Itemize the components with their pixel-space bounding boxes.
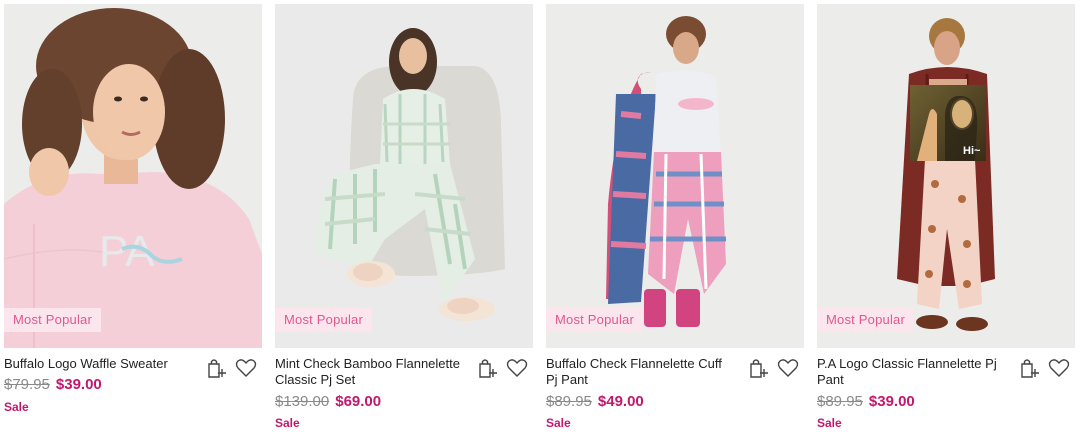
product-actions <box>1017 356 1071 380</box>
product-actions <box>204 356 258 380</box>
most-popular-badge: Most Popular <box>817 308 914 332</box>
product-image[interactable]: Most Popular <box>275 4 533 348</box>
price-row: $89.95 $49.00 <box>546 393 644 411</box>
wishlist-heart-icon[interactable] <box>1047 356 1071 380</box>
price-row: $139.00 $69.00 <box>275 393 381 411</box>
product-card: Most Popular Buffalo Check Flannelette C… <box>546 4 804 434</box>
product-info: Buffalo Logo Waffle Sweater $79.95 $39.00… <box>4 348 262 434</box>
product-card: Hi~ Most Popular P.A Logo Classic Flanne… <box>817 4 1075 434</box>
product-card: PA Most Popular Buffalo Logo Waffle Swea… <box>4 4 262 434</box>
product-info: Buffalo Check Flannelette Cuff Pj Pant $… <box>546 348 804 434</box>
model-photo <box>275 4 533 348</box>
product-image[interactable]: Hi~ Most Popular <box>817 4 1075 348</box>
product-image[interactable]: Most Popular <box>546 4 804 348</box>
sale-label: Sale <box>275 416 300 430</box>
product-title[interactable]: P.A Logo Classic Flannelette Pj Pant <box>817 356 1007 388</box>
sale-price: $69.00 <box>335 393 382 410</box>
price-row: $89.95 $39.00 <box>817 393 915 411</box>
sale-price: $49.00 <box>597 393 644 410</box>
product-actions <box>746 356 800 380</box>
product-actions <box>475 356 529 380</box>
product-card: Most Popular Mint Check Bamboo Flannelet… <box>275 4 533 434</box>
product-title[interactable]: Mint Check Bamboo Flannelette Classic Pj… <box>275 356 465 388</box>
most-popular-badge: Most Popular <box>275 308 372 332</box>
product-title[interactable]: Buffalo Logo Waffle Sweater <box>4 356 194 372</box>
add-to-bag-icon[interactable] <box>475 356 499 380</box>
product-image[interactable]: PA Most Popular <box>4 4 262 348</box>
was-price: $89.95 <box>817 393 863 410</box>
most-popular-badge: Most Popular <box>4 308 101 332</box>
add-to-bag-icon[interactable] <box>204 356 228 380</box>
wishlist-heart-icon[interactable] <box>234 356 258 380</box>
model-photo: Hi~ <box>817 4 1075 348</box>
most-popular-badge: Most Popular <box>546 308 643 332</box>
product-grid: PA Most Popular Buffalo Logo Waffle Swea… <box>0 0 1080 437</box>
sale-label: Sale <box>817 416 842 430</box>
model-photo <box>546 4 804 348</box>
sale-price: $39.00 <box>868 393 915 410</box>
add-to-bag-icon[interactable] <box>1017 356 1041 380</box>
was-price: $139.00 <box>275 393 330 410</box>
was-price: $89.95 <box>546 393 592 410</box>
sale-label: Sale <box>4 400 29 414</box>
product-info: P.A Logo Classic Flannelette Pj Pant $89… <box>817 348 1075 434</box>
price-row: $79.95 $39.00 <box>4 376 102 394</box>
product-title[interactable]: Buffalo Check Flannelette Cuff Pj Pant <box>546 356 736 388</box>
wishlist-heart-icon[interactable] <box>776 356 800 380</box>
meme-overlay-text: Hi~ <box>963 145 981 157</box>
wishlist-heart-icon[interactable] <box>505 356 529 380</box>
sale-price: $39.00 <box>55 376 102 393</box>
product-info: Mint Check Bamboo Flannelette Classic Pj… <box>275 348 533 434</box>
was-price: $79.95 <box>4 376 50 393</box>
sale-label: Sale <box>546 416 571 430</box>
model-photo: PA <box>4 4 262 348</box>
add-to-bag-icon[interactable] <box>746 356 770 380</box>
